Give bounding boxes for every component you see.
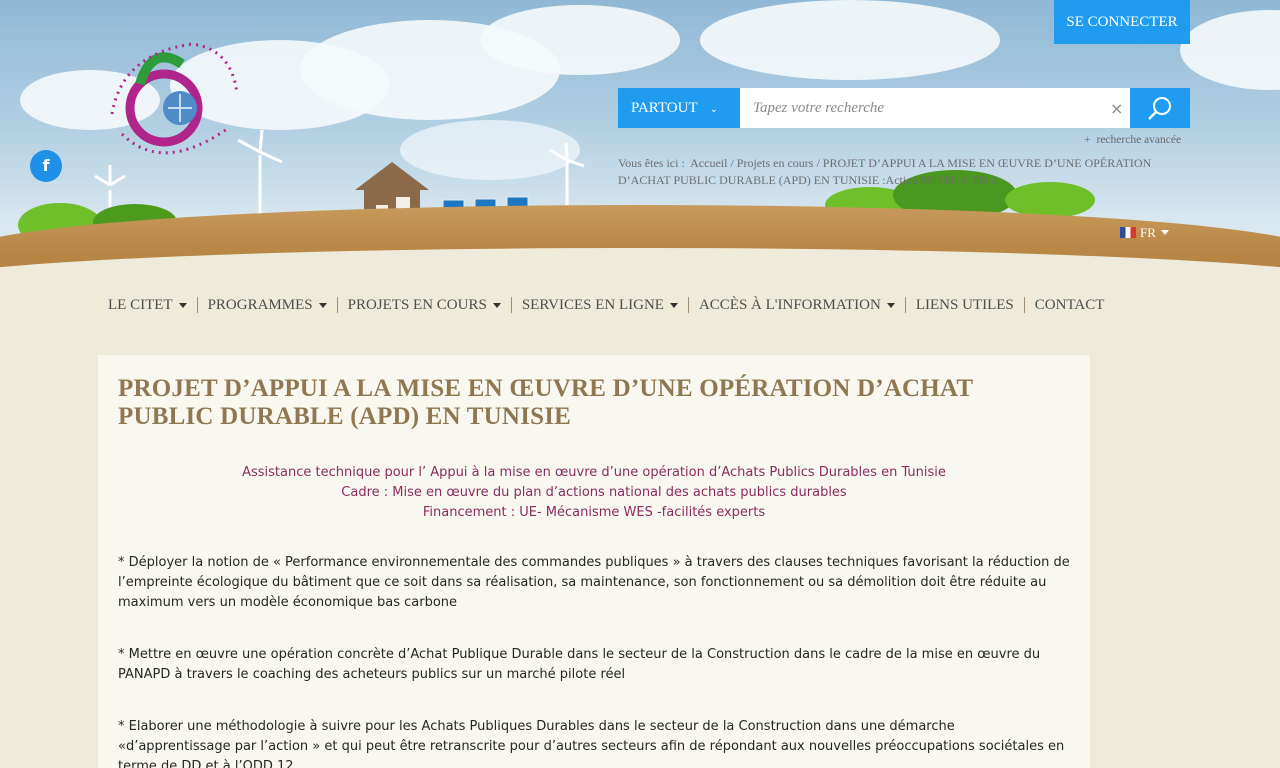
nav-item-liens-utiles[interactable]: LIENS UTILES (906, 297, 1024, 314)
project-intro: Assistance technique pour l’ Appui à la … (118, 463, 1070, 523)
page-title: PROJET D’APPUI A LA MISE EN ŒUVRE D’UNE … (118, 375, 973, 430)
nav-label: CONTACT (1034, 296, 1105, 313)
search-icon (1148, 97, 1171, 120)
nav-label: SERVICES EN LIGNE (521, 296, 664, 313)
language-label: FR (1140, 225, 1156, 240)
search-scope-dropdown[interactable]: PARTOUT ⌄ (618, 88, 740, 128)
facebook-icon[interactable]: f (30, 150, 62, 182)
nav-label: LE CITET (108, 296, 173, 313)
objective-paragraph: * Elaborer une méthodologie à suivre pou… (118, 719, 1065, 768)
nav-item-programmes[interactable]: PROGRAMMES (198, 297, 337, 314)
nav-label: LIENS UTILES (915, 296, 1014, 313)
citet-logo (110, 42, 239, 155)
caret-down-icon (318, 302, 327, 308)
breadcrumb-projects[interactable]: Projets en cours (737, 156, 814, 170)
breadcrumb-prefix: Vous êtes ici : (618, 156, 685, 170)
breadcrumb-home[interactable]: Accueil (690, 156, 727, 170)
caret-down-icon (669, 302, 678, 308)
caret-down-icon (886, 302, 895, 308)
caret-down-icon (178, 302, 187, 308)
plus-icon: + (1084, 134, 1091, 146)
nav-item-le-citet[interactable]: LE CITET (98, 297, 197, 314)
language-selector[interactable]: FR (1120, 225, 1169, 241)
nav-label: ACCÈS À L'INFORMATION (698, 296, 881, 313)
nav-item-projets-en-cours[interactable]: PROJETS EN COURS (338, 297, 511, 314)
search-button[interactable] (1130, 88, 1190, 128)
login-button[interactable]: SE CONNECTER (1054, 0, 1190, 44)
search-scope-label: PARTOUT (631, 100, 698, 116)
nav-label: PROGRAMMES (207, 296, 313, 313)
search-input[interactable] (740, 88, 1130, 128)
nav-item-contact[interactable]: CONTACT (1025, 297, 1115, 314)
nav-item-acces-information[interactable]: ACCÈS À L'INFORMATION (689, 297, 905, 314)
caret-down-icon (492, 302, 501, 308)
intro-line: Financement : UE- Mécanisme WES -facilit… (422, 505, 766, 520)
nav-item-services-en-ligne[interactable]: SERVICES EN LIGNE (512, 297, 688, 314)
advanced-search-link[interactable]: + recherche avancée (1084, 134, 1181, 146)
breadcrumb: Vous êtes ici : Accueil / Projets en cours… (618, 156, 1152, 187)
objective-paragraph: * Mettre en œuvre une opération concrète… (118, 647, 1041, 682)
objective-paragraph: * Déployer la notion de « Performance en… (118, 555, 1070, 610)
chevron-down-icon: ⌄ (709, 104, 719, 115)
france-flag-icon (1120, 227, 1136, 238)
intro-line: Assistance technique pour l’ Appui à la … (242, 465, 946, 480)
caret-down-icon (1160, 230, 1169, 235)
clear-search-icon[interactable]: × (1110, 99, 1123, 118)
nav-label: PROJETS EN COURS (347, 296, 487, 313)
article-panel: PROJET D’APPUI A LA MISE EN ŒUVRE D’UNE … (98, 355, 1090, 768)
main-nav: LE CITET PROGRAMMES PROJETS EN COURS SER… (98, 293, 1114, 317)
advanced-search-label: recherche avancée (1096, 134, 1182, 146)
intro-line: Cadre : Mise en œuvre du plan d’actions … (341, 485, 847, 500)
